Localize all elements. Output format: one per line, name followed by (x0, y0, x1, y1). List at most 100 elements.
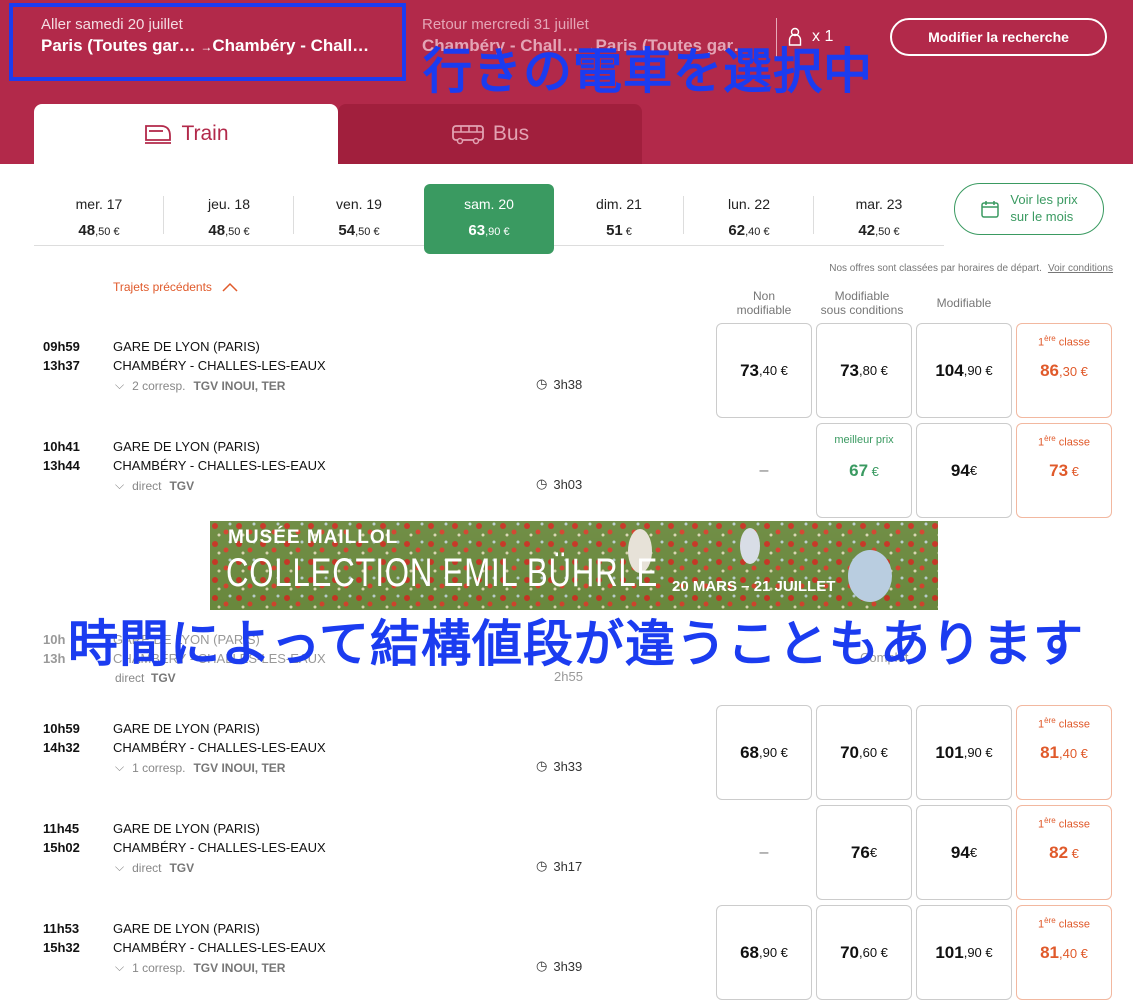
trip-row[interactable]: 10h59 14h32 GARE DE LYON (PARIS) CHAMBÉRY … (0, 705, 1133, 805)
trip-duration: ◷ 3h17 (536, 858, 583, 874)
price-modifiable-conditions[interactable]: 70,60 € (816, 905, 912, 1000)
passenger-count[interactable]: x 1 (788, 27, 833, 47)
date-mer-17[interactable]: mer. 17 48,50 € (34, 184, 164, 246)
trip-row[interactable]: 11h53 15h32 GARE DE LYON (PARIS) CHAMBÉRY … (0, 905, 1133, 1005)
calendar-icon (981, 201, 1000, 218)
clock-icon: ◷ (536, 958, 548, 973)
best-price-label: meilleur prix (834, 434, 894, 446)
price-modifiable-conditions[interactable]: 70,60 € (816, 705, 912, 800)
price-modifiable[interactable]: 104,90 € (916, 323, 1012, 418)
trip-stations: GARE DE LYON (PARIS) CHAMBÉRY - CHALLES-L… (113, 721, 326, 755)
trip-stations: GARE DE LYON (PARIS) CHAMBÉRY - CHALLES-L… (113, 921, 326, 955)
price-modifiable-conditions[interactable]: 76 € (816, 805, 912, 900)
date-jeu-18[interactable]: jeu. 18 48,50 € (164, 184, 294, 246)
price-first-class[interactable]: 1ère classe 82 € (1016, 805, 1112, 900)
clock-icon: ◷ (536, 476, 548, 491)
sort-note: Nos offres sont classées par horaires de… (829, 263, 1113, 274)
ad-banner[interactable]: MUSÉE MAILLOL COLLECTION EMIL BÜHRLE 20 … (210, 521, 938, 610)
tab-bus[interactable]: Bus (338, 104, 642, 164)
date-label: mar. 23 (855, 196, 903, 212)
passenger-count-text: x 1 (812, 28, 834, 45)
trip-row[interactable]: 10h41 13h44 GARE DE LYON (PARIS) CHAMBÉRY … (0, 423, 1133, 523)
modify-search-button[interactable]: Modifier la recherche (890, 18, 1107, 56)
chevron-down-icon: ⌵ (115, 960, 125, 974)
chevron-down-icon: ⌵ (115, 860, 125, 874)
search-header: Aller samedi 20 juillet Paris (Toutes ga… (0, 0, 1133, 164)
price-modifiable[interactable]: 94 € (916, 805, 1012, 900)
column-header-modifiable: Modifiable (936, 296, 992, 310)
trip-times: 10h41 13h44 (43, 439, 80, 473)
date-selector: mer. 17 48,50 € jeu. 18 48,50 € ven. 19 54,… (34, 184, 944, 254)
person-icon (788, 27, 802, 46)
date-ven-19[interactable]: ven. 19 54,50 € (294, 184, 424, 246)
date-dim-21[interactable]: dim. 21 51 € (554, 184, 684, 246)
price-non-modifiable[interactable]: 68,90 € (716, 705, 812, 800)
first-class-label: 1ère classe (1038, 334, 1090, 349)
trip-times: 11h45 15h02 (43, 821, 80, 855)
trip-details[interactable]: ⌵ direct TGV (115, 860, 194, 875)
date-lun-22[interactable]: lun. 22 62,40 € (684, 184, 814, 246)
first-class-label: 1ère classe (1038, 816, 1090, 831)
month-prices-label: Voir les prix sur le mois (1010, 192, 1078, 224)
chevron-down-icon: ⌵ (115, 760, 125, 774)
ad-dates: 20 MARS – 21 JUILLET (672, 578, 836, 595)
price-modifiable[interactable]: 101,90 € (916, 705, 1012, 800)
train-icon (145, 125, 172, 144)
price-non-modifiable[interactable]: 73,40 € (716, 323, 812, 418)
trip-details[interactable]: ⌵ 2 corresp. TGV INOUI, TER (115, 378, 285, 393)
trip-stations: GARE DE LYON (PARIS) CHAMBÉRY - CHALLES-L… (113, 821, 326, 855)
trip-duration: ◷ 3h39 (536, 958, 583, 974)
chevron-down-icon: ⌵ (115, 478, 125, 492)
column-header-non-modifiable: Non modifiable (736, 289, 792, 318)
price-non-modifiable[interactable]: 68,90 € (716, 905, 812, 1000)
hidden-trip-details: direct TGV (115, 671, 176, 685)
price-first-class[interactable]: 1ère classe 86,30 € (1016, 323, 1112, 418)
price-first-class[interactable]: 1ère classe 73 € (1016, 423, 1112, 518)
chevron-down-icon: ⌵ (115, 378, 125, 392)
chevron-up-icon (222, 282, 238, 292)
price-first-class[interactable]: 1ère classe 81,40 € (1016, 905, 1112, 1000)
annotation-price-varies: 時間によって結構値段が違うこともあります (68, 616, 1084, 672)
date-label: lun. 22 (727, 196, 771, 212)
price-modifiable-conditions[interactable]: 73,80 € (816, 323, 912, 418)
return-date-label: Retour mercredi 31 juillet (422, 16, 589, 33)
price-modifiable[interactable]: 94 € (916, 423, 1012, 518)
date-label: jeu. 18 (207, 196, 251, 212)
price-unavailable: – (759, 461, 769, 479)
date-sam-20-selected[interactable]: sam. 20 63,90 € (424, 184, 554, 254)
trip-row[interactable]: 11h45 15h02 GARE DE LYON (PARIS) CHAMBÉRY … (0, 805, 1133, 905)
trip-details[interactable]: ⌵ direct TGV (115, 478, 194, 493)
date-price: 54,50 € (338, 222, 380, 239)
tab-train[interactable]: Train (34, 104, 338, 164)
trip-duration: ◷ 3h33 (536, 758, 583, 774)
clock-icon: ◷ (536, 758, 548, 773)
trip-times: 09h59 13h37 (43, 339, 80, 373)
trip-row[interactable]: 09h59 13h37 GARE DE LYON (PARIS) CHAMBÉRY … (0, 323, 1133, 423)
price-best[interactable]: meilleur prix 67 € (816, 423, 912, 518)
price-first-class[interactable]: 1ère classe 81,40 € (1016, 705, 1112, 800)
conditions-link[interactable]: Voir conditions (1048, 263, 1113, 274)
date-price: 42,50 € (858, 222, 900, 239)
price-modifiable[interactable]: 101,90 € (916, 905, 1012, 1000)
outbound-highlight-box (9, 3, 406, 81)
clock-icon: ◷ (536, 858, 548, 873)
trip-details[interactable]: ⌵ 1 corresp. TGV INOUI, TER (115, 760, 285, 775)
first-class-label: 1ère classe (1038, 916, 1090, 931)
trip-details[interactable]: ⌵ 1 corresp. TGV INOUI, TER (115, 960, 285, 975)
date-mar-23[interactable]: mar. 23 42,50 € (814, 184, 944, 246)
column-header-modifiable-conditions: Modifiable sous conditions (820, 289, 904, 318)
date-label: dim. 21 (596, 196, 642, 212)
ad-subtitle: COLLECTION EMIL BÜHRLE (226, 551, 659, 595)
date-label: mer. 17 (75, 196, 123, 212)
month-prices-button[interactable]: Voir les prix sur le mois (954, 183, 1104, 235)
trip-duration: ◷ 3h38 (536, 376, 583, 392)
date-price: 51 € (606, 222, 632, 239)
first-class-label: 1ère classe (1038, 434, 1090, 449)
tab-train-label: Train (181, 122, 229, 145)
trip-times: 10h59 14h32 (43, 721, 80, 755)
date-price: 62,40 € (728, 222, 770, 239)
trip-duration: ◷ 3h03 (536, 476, 583, 492)
price-unavailable: – (759, 843, 769, 861)
previous-trips-button[interactable]: Trajets précédents (113, 280, 238, 294)
trip-stations: GARE DE LYON (PARIS) CHAMBÉRY - CHALLES-L… (113, 439, 326, 473)
